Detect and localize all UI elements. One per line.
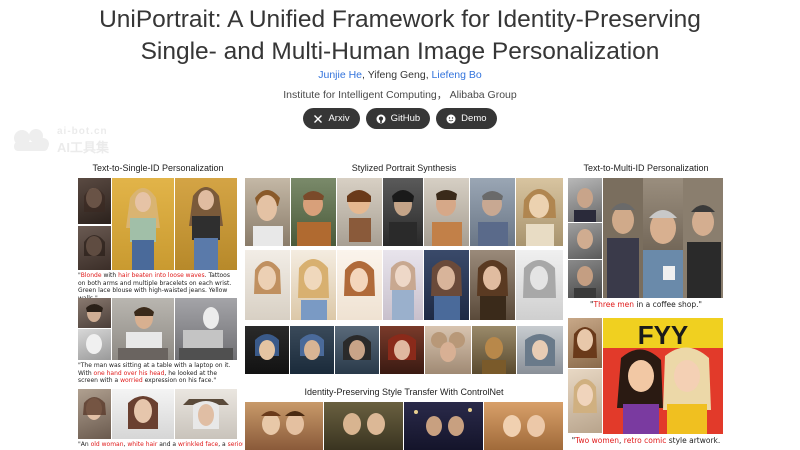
stylized-image-16	[290, 326, 334, 374]
x-icon	[313, 114, 323, 124]
stylized-image-2	[291, 178, 336, 246]
right-caption-2: "Two women, retro comic style artwork.	[571, 436, 721, 445]
stylized-image-18	[380, 326, 424, 374]
stylized-image-9	[291, 250, 336, 320]
stylized-image-13	[470, 250, 515, 320]
watermark-line2: AI工具集	[57, 140, 110, 155]
demo-button[interactable]: Demo	[436, 108, 497, 129]
right-generated-image-retro-comic: FYY	[603, 318, 723, 434]
demo-button-label: Demo	[461, 113, 487, 124]
right-caption-1: "Three men in a coffee shop."	[590, 300, 702, 309]
svg-text:FYY: FYY	[638, 320, 689, 350]
stylized-image-1	[245, 178, 290, 246]
affiliation: Institute for Intelligent Computing， Ali…	[283, 89, 517, 101]
right-portrait-image-3	[568, 260, 602, 298]
arxiv-button-label: Arxiv	[328, 113, 350, 124]
left-generated-image-blonde-2	[175, 178, 237, 270]
authors-line: Junjie He, Yifeng Geng, Liefeng Bo	[0, 69, 800, 81]
stylized-image-4	[383, 178, 423, 246]
author-yifeng-geng: Yifeng Geng	[367, 69, 426, 81]
smiley-icon	[446, 114, 456, 124]
right-portrait-image-5	[568, 369, 602, 433]
stylized-image-11	[383, 250, 423, 320]
stylized-image-7	[516, 178, 563, 246]
controlnet-image-4	[484, 402, 563, 450]
controlnet-image-2	[324, 402, 403, 450]
page-title-line1: UniPortrait: A Unified Framework for Ide…	[99, 6, 701, 33]
stylized-image-15	[245, 326, 289, 374]
right-generated-image-three-men	[603, 178, 723, 298]
arxiv-button[interactable]: Arxiv	[303, 108, 360, 129]
left-caption-3: "An old woman, white hair and a wrinkled…	[78, 441, 243, 448]
stylized-image-21	[517, 326, 563, 374]
controlnet-image-1	[245, 402, 323, 450]
watermark-logo-icon	[14, 129, 49, 151]
left-portrait-image-4	[78, 329, 111, 360]
github-button-label: GitHub	[390, 113, 421, 124]
stylized-image-6	[470, 178, 515, 246]
stylized-image-20	[472, 326, 516, 374]
left-portrait-image-2	[78, 226, 111, 270]
middle-lower-section-title: Identity-Preserving Style Transfer With …	[304, 387, 504, 397]
page-title-line2: Single- and Multi-Human Image Personaliz…	[140, 38, 660, 65]
stylized-image-8	[245, 250, 290, 320]
left-portrait-image-5	[78, 389, 111, 439]
right-portrait-image-1	[568, 178, 602, 222]
stylized-image-19	[425, 326, 471, 374]
stylized-image-12	[424, 250, 469, 320]
author-link-liefeng-bo[interactable]: Liefeng Bo	[432, 69, 482, 81]
right-portrait-image-2	[568, 223, 602, 259]
left-generated-image-laptop-2	[175, 298, 237, 360]
github-icon	[376, 114, 386, 124]
stylized-image-14	[516, 250, 563, 320]
left-section-title: Text-to-Single-ID Personalization	[92, 163, 224, 173]
stylized-image-3	[337, 178, 382, 246]
stylized-image-5	[424, 178, 469, 246]
github-button[interactable]: GitHub	[365, 108, 431, 129]
controlnet-image-3	[404, 402, 483, 450]
left-generated-image-blonde-1	[112, 178, 174, 270]
right-portrait-image-4	[568, 318, 602, 368]
stylized-image-10	[337, 250, 382, 320]
left-generated-image-laptop-1	[112, 298, 174, 360]
watermark: ai-bot.cn AI工具集	[10, 126, 150, 156]
middle-section-title: Stylized Portrait Synthesis	[351, 163, 457, 173]
stylized-image-17	[335, 326, 379, 374]
page-title: UniPortrait: A Unified Framework for Ide…	[0, 4, 800, 68]
left-generated-image-old-woman-2	[175, 389, 237, 439]
right-section-title: Text-to-Multi-ID Personalization	[583, 163, 709, 173]
author-link-junjie-he[interactable]: Junjie He	[318, 69, 362, 81]
left-portrait-image-1	[78, 178, 111, 224]
watermark-line1: ai-bot.cn	[57, 126, 108, 137]
left-generated-image-old-woman-1	[112, 389, 174, 439]
left-portrait-image-3	[78, 298, 111, 328]
left-caption-2: "The man was sitting at a table with a l…	[78, 362, 231, 384]
